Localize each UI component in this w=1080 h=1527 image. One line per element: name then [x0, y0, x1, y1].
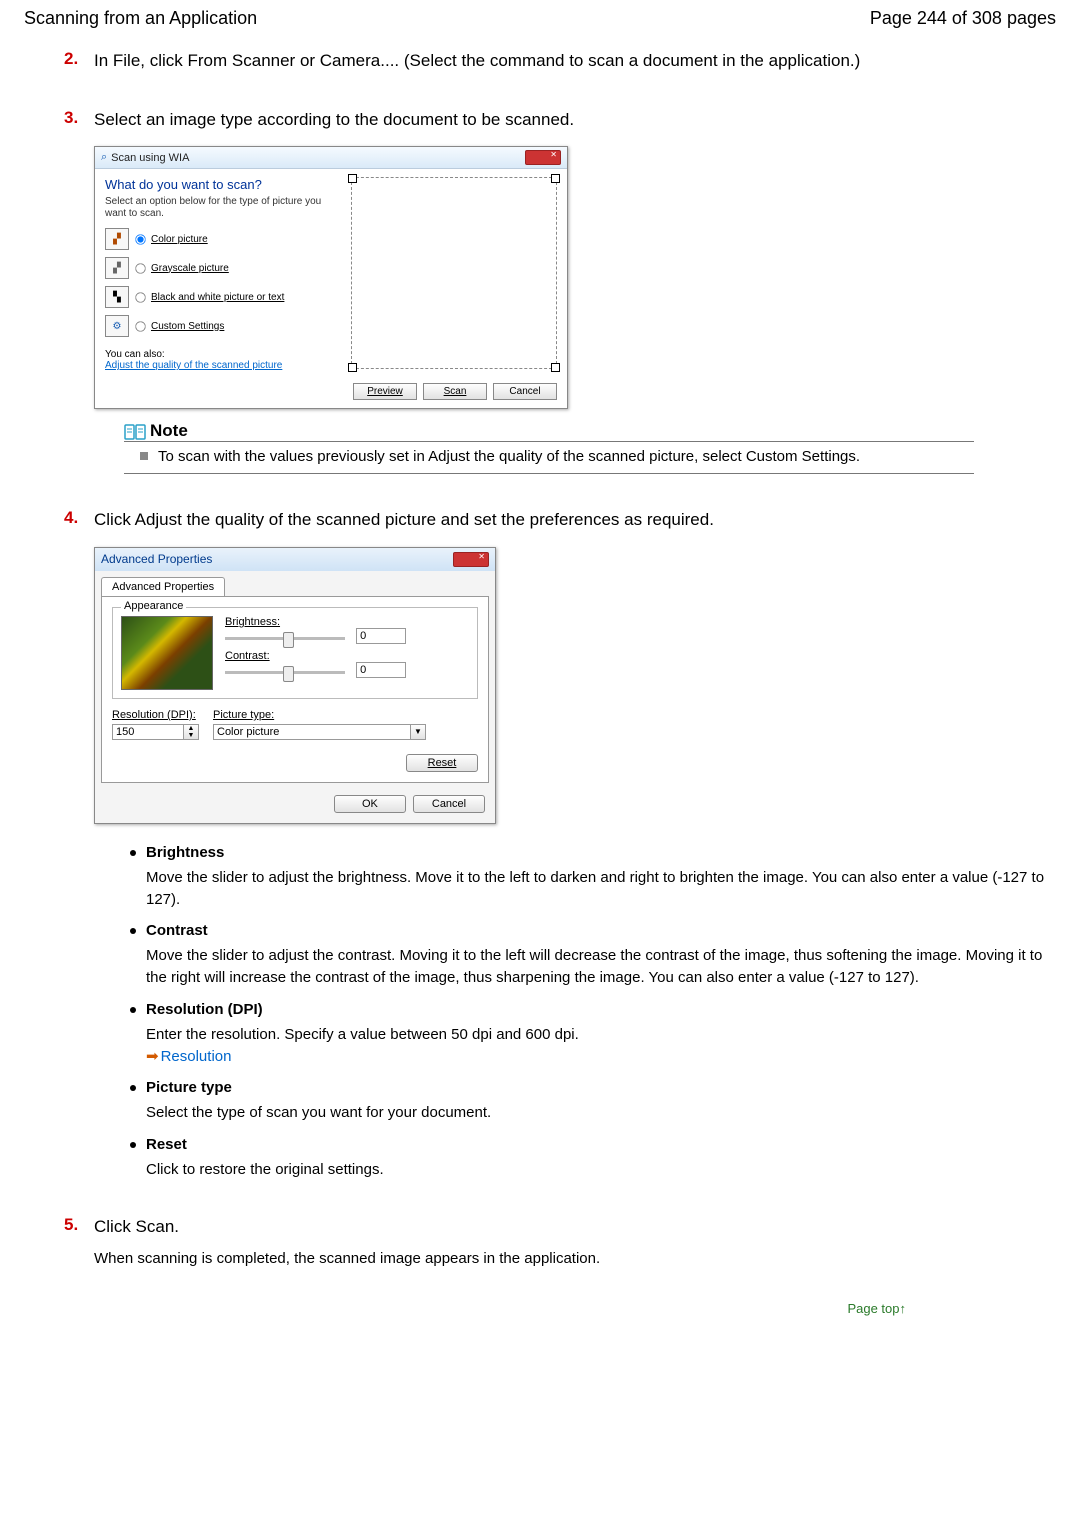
bw-icon: ▚	[105, 286, 129, 308]
reset-button[interactable]: Reset	[406, 754, 478, 772]
preview-button[interactable]: Preview	[353, 383, 417, 400]
handle-icon[interactable]	[348, 363, 357, 372]
preview-thumbnail	[121, 616, 213, 690]
note-body: To scan with the values previously set i…	[124, 442, 974, 474]
desc: Move the slider to adjust the contrast. …	[146, 945, 1056, 989]
handle-icon[interactable]	[551, 174, 560, 183]
slider-thumb-icon[interactable]	[283, 666, 294, 682]
arrow-icon: ➡	[146, 1048, 159, 1065]
wia-dialog: ⌕ Scan using WIA What do you want to sca…	[94, 146, 568, 409]
close-icon[interactable]	[525, 150, 561, 165]
preview-area[interactable]	[351, 177, 557, 369]
radio-gray[interactable]	[135, 263, 145, 273]
you-can-also: You can also: Adjust the quality of the …	[105, 349, 345, 371]
def-resolution: Resolution (DPI) Enter the resolution. S…	[124, 1001, 1056, 1068]
scanner-icon: ⌕	[101, 151, 107, 164]
option-color[interactable]: ▞ Color picture	[105, 228, 345, 250]
radio-color[interactable]	[135, 234, 145, 244]
option-custom[interactable]: ⚙ Custom Settings	[105, 315, 345, 337]
contrast-value[interactable]: 0	[356, 662, 406, 678]
adjust-quality-link[interactable]: Adjust the quality of the scanned pictur…	[105, 360, 282, 371]
cancel-button[interactable]: Cancel	[413, 795, 485, 813]
ok-button[interactable]: OK	[334, 795, 406, 813]
wia-title-text: Scan using WIA	[111, 152, 525, 164]
step-num: 2.	[64, 49, 78, 69]
brightness-value[interactable]: 0	[356, 628, 406, 644]
opt-label: Black and white picture or text	[151, 292, 284, 303]
def-brightness: Brightness Move the slider to adjust the…	[124, 844, 1056, 911]
up-arrow-icon: ↑	[900, 1301, 907, 1316]
step-text: Click Adjust the quality of the scanned …	[94, 508, 1056, 533]
page-top-link[interactable]: Page top	[847, 1301, 899, 1316]
note-block: Note To scan with the values previously …	[124, 421, 974, 474]
radio-bw[interactable]	[135, 292, 145, 302]
color-picture-icon: ▞	[105, 228, 129, 250]
close-icon[interactable]	[453, 552, 489, 567]
note-title: Note	[150, 421, 188, 441]
brightness-label: Brightness:	[225, 616, 280, 628]
opt-label: Color picture	[151, 234, 208, 245]
step-3: 3. Select an image type according to the…	[64, 108, 1056, 475]
option-bw[interactable]: ▚ Black and white picture or text	[105, 286, 345, 308]
term: Resolution (DPI)	[146, 1001, 1056, 1018]
resolution-input[interactable]	[112, 724, 184, 740]
picture-type-select[interactable]	[213, 724, 411, 740]
step-sub: When scanning is completed, the scanned …	[94, 1250, 1056, 1267]
resolution-label: Resolution (DPI):	[112, 709, 199, 721]
page-title: Scanning from an Application	[24, 8, 257, 29]
picture-type-label: Picture type:	[213, 709, 478, 721]
opt-label: Custom Settings	[151, 321, 224, 332]
spinner-buttons[interactable]: ▲▼	[184, 724, 199, 740]
term: Contrast	[146, 922, 1056, 939]
wia-subtext: Select an option below for the type of p…	[105, 196, 345, 220]
desc: Enter the resolution. Specify a value be…	[146, 1024, 1056, 1068]
page-number: Page 244 of 308 pages	[870, 8, 1056, 29]
chevron-down-icon[interactable]: ▼	[411, 724, 426, 740]
def-reset: Reset Click to restore the original sett…	[124, 1136, 1056, 1181]
def-picture-type: Picture type Select the type of scan you…	[124, 1079, 1056, 1124]
step-num: 5.	[64, 1215, 78, 1235]
handle-icon[interactable]	[348, 174, 357, 183]
opt-label: Grayscale picture	[151, 263, 229, 274]
slider-thumb-icon[interactable]	[283, 632, 294, 648]
step-4: 4. Click Adjust the quality of the scann…	[64, 508, 1056, 1181]
term: Brightness	[146, 844, 1056, 861]
handle-icon[interactable]	[551, 363, 560, 372]
scan-button[interactable]: Scan	[423, 383, 487, 400]
step-text: Select an image type according to the do…	[94, 108, 1056, 133]
adv-title-text: Advanced Properties	[101, 552, 453, 566]
cancel-button[interactable]: Cancel	[493, 383, 557, 400]
contrast-slider[interactable]	[225, 671, 345, 674]
step-text: Click Scan.	[94, 1215, 1056, 1240]
desc: Select the type of scan you want for you…	[146, 1102, 1056, 1124]
group-legend: Appearance	[121, 600, 186, 612]
radio-custom[interactable]	[135, 321, 145, 331]
def-contrast: Contrast Move the slider to adjust the c…	[124, 922, 1056, 989]
term: Picture type	[146, 1079, 1056, 1096]
step-num: 4.	[64, 508, 78, 528]
brightness-slider[interactable]	[225, 637, 345, 640]
note-icon	[124, 423, 146, 441]
step-text: In File, click From Scanner or Camera...…	[94, 49, 1056, 74]
bullet-icon	[140, 452, 148, 460]
appearance-group: Appearance Brightness: 0 Contrast	[112, 607, 478, 699]
resolution-link[interactable]: Resolution	[161, 1048, 232, 1065]
term: Reset	[146, 1136, 1056, 1153]
step-2: 2. In File, click From Scanner or Camera…	[64, 49, 1056, 74]
option-grayscale[interactable]: ▞ Grayscale picture	[105, 257, 345, 279]
tab-advanced-properties[interactable]: Advanced Properties	[101, 577, 225, 596]
contrast-label: Contrast:	[225, 650, 270, 662]
grayscale-icon: ▞	[105, 257, 129, 279]
wia-question: What do you want to scan?	[105, 177, 345, 192]
desc: Move the slider to adjust the brightness…	[146, 867, 1056, 911]
desc: Click to restore the original settings.	[146, 1159, 1056, 1181]
wia-titlebar: ⌕ Scan using WIA	[95, 147, 567, 169]
advanced-properties-dialog: Advanced Properties Advanced Properties …	[94, 547, 496, 824]
custom-icon: ⚙	[105, 315, 129, 337]
step-5: 5. Click Scan. When scanning is complete…	[64, 1215, 1056, 1267]
step-num: 3.	[64, 108, 78, 128]
